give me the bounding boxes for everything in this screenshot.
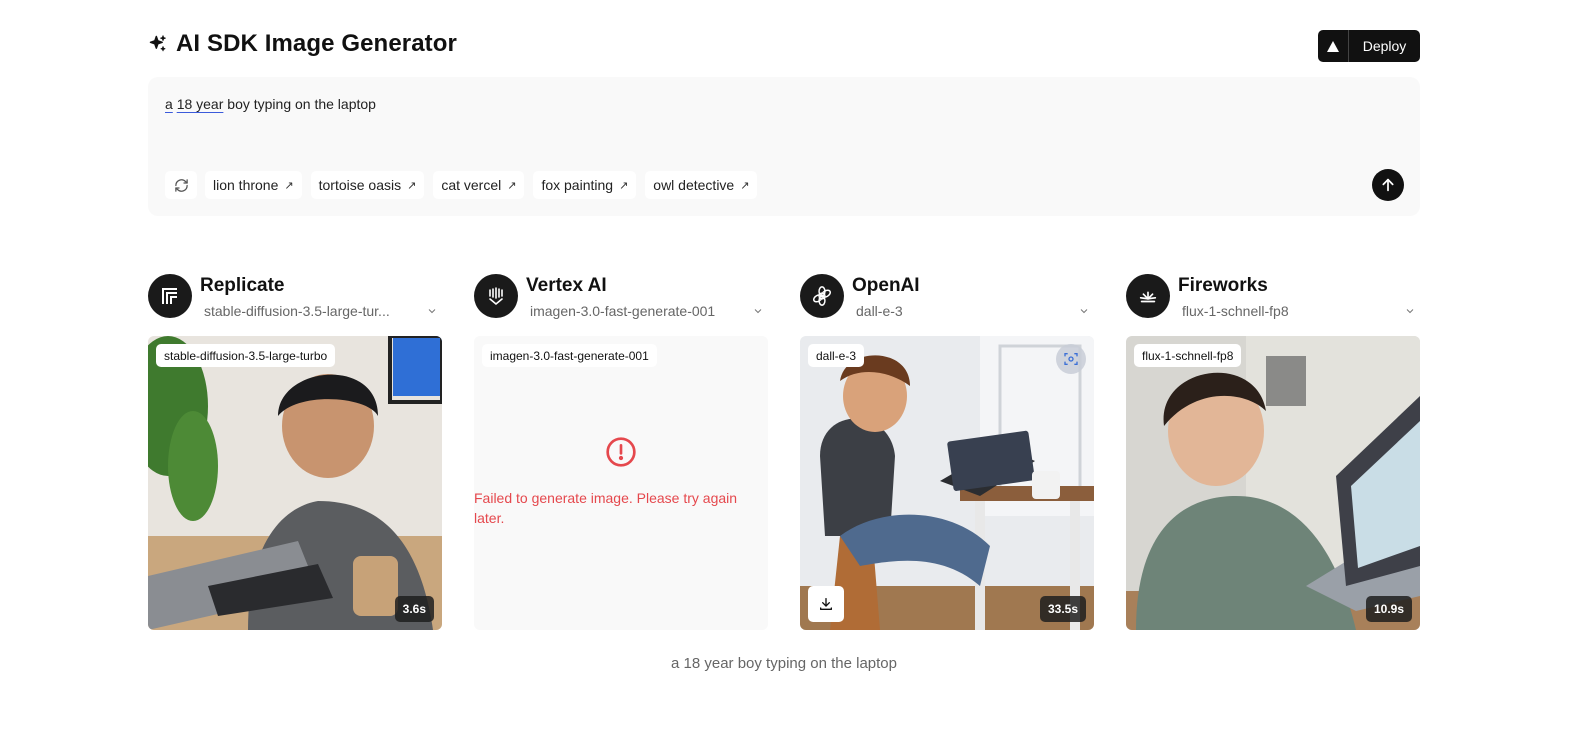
suggestion-label: owl detective [653,177,735,193]
download-button[interactable] [808,586,844,622]
vertex-ai-logo-icon [474,274,518,318]
generated-image-card: flux-1-schnell-fp8 10.9s [1126,336,1420,630]
deploy-label: Deploy [1362,38,1407,54]
error-message: Failed to generate image. Please try aga… [474,490,738,526]
chevron-down-icon [1406,309,1414,314]
suggestion-chip[interactable]: cat vercel ↗ [433,171,525,199]
suggestion-chip[interactable]: tortoise oasis ↗ [310,171,425,199]
model-select[interactable]: flux-1-schnell-fp8 [1178,301,1420,321]
provider-column-vertex: Vertex AI imagen-3.0-fast-generate-001 i… [474,274,768,630]
submit-button[interactable] [1372,169,1404,201]
provider-name: OpenAI [852,275,920,296]
suggestion-label: cat vercel [441,177,502,193]
suggestion-label: fox painting [541,177,614,193]
openai-logo-icon [800,274,844,318]
alert-circle-icon [606,437,636,467]
chevron-down-icon [428,309,436,314]
deploy-button[interactable]: Deploy [1318,30,1420,62]
prompt-panel: a 18 year boy typing on the laptop lion … [148,77,1420,216]
download-icon [820,598,832,610]
scan-image-button[interactable] [1056,344,1086,374]
model-select[interactable]: dall-e-3 [852,301,1094,321]
model-select-value: dall-e-3 [856,303,903,319]
generation-time-badge: 33.5s [1039,596,1086,622]
vercel-triangle-icon [1318,30,1349,62]
prompt-word-18-year: 18 year [176,96,224,112]
generated-image [148,336,442,630]
generated-image [800,336,1094,630]
arrow-up-right-icon: ↗ [507,179,517,192]
generated-image-card: stable-diffusion-3.5-large-turbo 3.6s [148,336,442,630]
arrow-up-right-icon: ↗ [407,179,417,192]
suggestion-chip[interactable]: owl detective ↗ [645,171,758,199]
arrow-up-right-icon: ↗ [740,179,750,192]
model-select-value: flux-1-schnell-fp8 [1182,303,1289,319]
suggestion-chip[interactable]: lion throne ↗ [205,171,302,199]
replicate-logo-icon [148,274,192,318]
suggestion-chips: lion throne ↗ tortoise oasis ↗ cat vercel ↗… [205,171,758,199]
model-select[interactable]: imagen-3.0-fast-generate-001 [526,301,768,321]
app-header: AI SDK Image Generator [148,30,457,58]
provider-name: Vertex AI [526,275,607,296]
model-select-value: imagen-3.0-fast-generate-001 [530,303,716,319]
generation-time-badge: 3.6s [394,596,434,622]
provider-name: Replicate [200,275,285,296]
scan-icon [1064,353,1078,365]
generation-time-badge: 10.9s [1365,596,1412,622]
model-select-value: stable-diffusion-3.5-large-tur... [204,303,390,319]
refresh-suggestions-button[interactable] [165,171,197,199]
provider-column-replicate: Replicate stable-diffusion-3.5-large-tur… [148,274,442,630]
generated-image-card: dall-e-3 33.5s [800,336,1094,630]
fireworks-logo-icon [1126,274,1170,318]
suggestion-label: lion throne [213,177,279,193]
prompt-caption: a 18 year boy typing on the laptop [671,655,897,672]
provider-column-openai: OpenAI dall-e-3 dall-e-3 33.5s [800,274,1094,630]
chevron-down-icon [1080,309,1088,314]
chevron-down-icon [754,309,762,314]
model-tag: imagen-3.0-fast-generate-001 [482,344,657,367]
model-tag: flux-1-schnell-fp8 [1134,344,1242,367]
generated-image [1126,336,1420,630]
model-tag: dall-e-3 [808,344,865,367]
prompt-rest: boy typing on the laptop [227,96,376,112]
arrow-up-icon [1382,178,1394,192]
provider-name: Fireworks [1178,275,1268,296]
arrow-up-right-icon: ↗ [619,179,629,192]
prompt-word-a: a [165,96,173,112]
suggestion-label: tortoise oasis [318,177,402,193]
provider-column-fireworks: Fireworks flux-1-schnell-fp8 flux-1-schn… [1126,274,1420,630]
arrow-up-right-icon: ↗ [284,179,294,192]
error-card: imagen-3.0-fast-generate-001 Failed to g… [474,336,768,630]
refresh-icon [174,178,188,192]
sparkles-icon [149,35,166,52]
page-title: AI SDK Image Generator [176,30,457,57]
model-select[interactable]: stable-diffusion-3.5-large-tur... [200,301,442,321]
suggestion-chip[interactable]: fox painting ↗ [533,171,637,199]
prompt-input[interactable]: a 18 year boy typing on the laptop [165,96,376,112]
model-tag: stable-diffusion-3.5-large-turbo [156,344,336,367]
